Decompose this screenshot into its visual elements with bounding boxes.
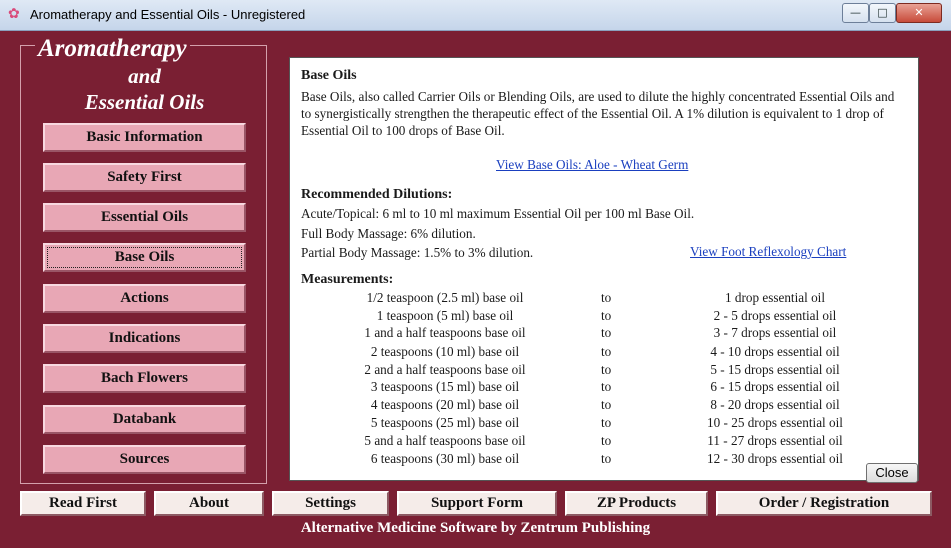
dilution-full-body: Full Body Massage: 6% dilution.	[301, 226, 476, 241]
logo-line1: Aromatherapy	[35, 35, 190, 63]
settings-button[interactable]: Settings	[272, 491, 389, 516]
maximize-button[interactable]: □	[869, 3, 896, 23]
nav-sources[interactable]: Sources	[43, 445, 246, 474]
minimize-button[interactable]: —	[842, 3, 869, 23]
order-registration-button[interactable]: Order / Registration	[716, 491, 932, 516]
nav-essential-oils[interactable]: Essential Oils	[43, 203, 246, 232]
measurement-row: 6 teaspoons (30 ml) base oil to 12 - 30 dr…	[370, 451, 843, 466]
support-form-button[interactable]: Support Form	[397, 491, 557, 516]
measurement-row: 3 teaspoons (15 ml) base oil to 6 - 15 dro…	[370, 379, 840, 394]
nav-safety-first[interactable]: Safety First	[43, 163, 246, 192]
measurements-heading: Measurements:	[301, 272, 394, 287]
intro-text: Base Oils, also called Carrier Oils or B…	[301, 89, 895, 138]
measurement-row: 1 and a half teaspoons base oil to 3 - 7 d…	[364, 325, 837, 340]
measurement-row: 5 teaspoons (25 ml) base oil to 10 - 25 dr…	[370, 415, 843, 430]
nav-actions[interactable]: Actions	[43, 284, 246, 313]
measurement-row: 5 and a half teaspoons base oil to 11 - 27…	[364, 433, 843, 448]
nav-indications[interactable]: Indications	[43, 324, 246, 353]
measurement-row: 1 teaspoon (5 ml) base oil to 2 - 5 drops …	[376, 308, 837, 323]
content-panel: Base Oils Base Oils, also called Carrier…	[289, 57, 919, 481]
flower-icon: ✿	[8, 7, 20, 22]
content-title: Base Oils	[301, 68, 357, 83]
zp-products-button[interactable]: ZP Products	[565, 491, 708, 516]
nav-bach-flowers[interactable]: Bach Flowers	[43, 364, 246, 393]
about-button[interactable]: About	[154, 491, 264, 516]
dilutions-heading: Recommended Dilutions:	[301, 187, 453, 202]
measurement-row: 2 teaspoons (10 ml) base oil to 4 - 10 dro…	[370, 344, 840, 359]
measurement-row: 2 and a half teaspoons base oil to 5 - 15 …	[364, 362, 840, 377]
dilution-acute: Acute/Topical: 6 ml to 10 ml maximum Ess…	[301, 206, 695, 221]
close-content-button[interactable]: Close	[866, 463, 918, 483]
nav-base-oils[interactable]: Base Oils	[43, 243, 246, 272]
read-first-button[interactable]: Read First	[20, 491, 146, 516]
close-window-button[interactable]: ✕	[896, 3, 942, 23]
dilution-partial-body: Partial Body Massage: 1.5% to 3% dilutio…	[301, 245, 534, 260]
logo-line2: and	[128, 64, 161, 88]
measurement-row: 4 teaspoons (20 ml) base oil to 8 - 20 dro…	[370, 397, 840, 412]
nav-databank[interactable]: Databank	[43, 405, 246, 434]
view-base-oils-link[interactable]: View Base Oils: Aloe - Wheat Germ	[496, 157, 688, 173]
window-titlebar[interactable]: ✿ Aromatherapy and Essential Oils - Unre…	[0, 0, 951, 31]
footer-credit: Alternative Medicine Software by Zentrum…	[300, 520, 651, 536]
measurement-row: 1/2 teaspoon (2.5 ml) base oil to 1 drop e…	[366, 290, 825, 305]
foot-reflexology-link[interactable]: View Foot Reflexology Chart	[690, 244, 846, 260]
nav-basic-information[interactable]: Basic Information	[43, 123, 246, 152]
window-title: Aromatherapy and Essential Oils - Unregi…	[30, 7, 306, 22]
logo-line3: Essential Oils	[84, 90, 205, 114]
